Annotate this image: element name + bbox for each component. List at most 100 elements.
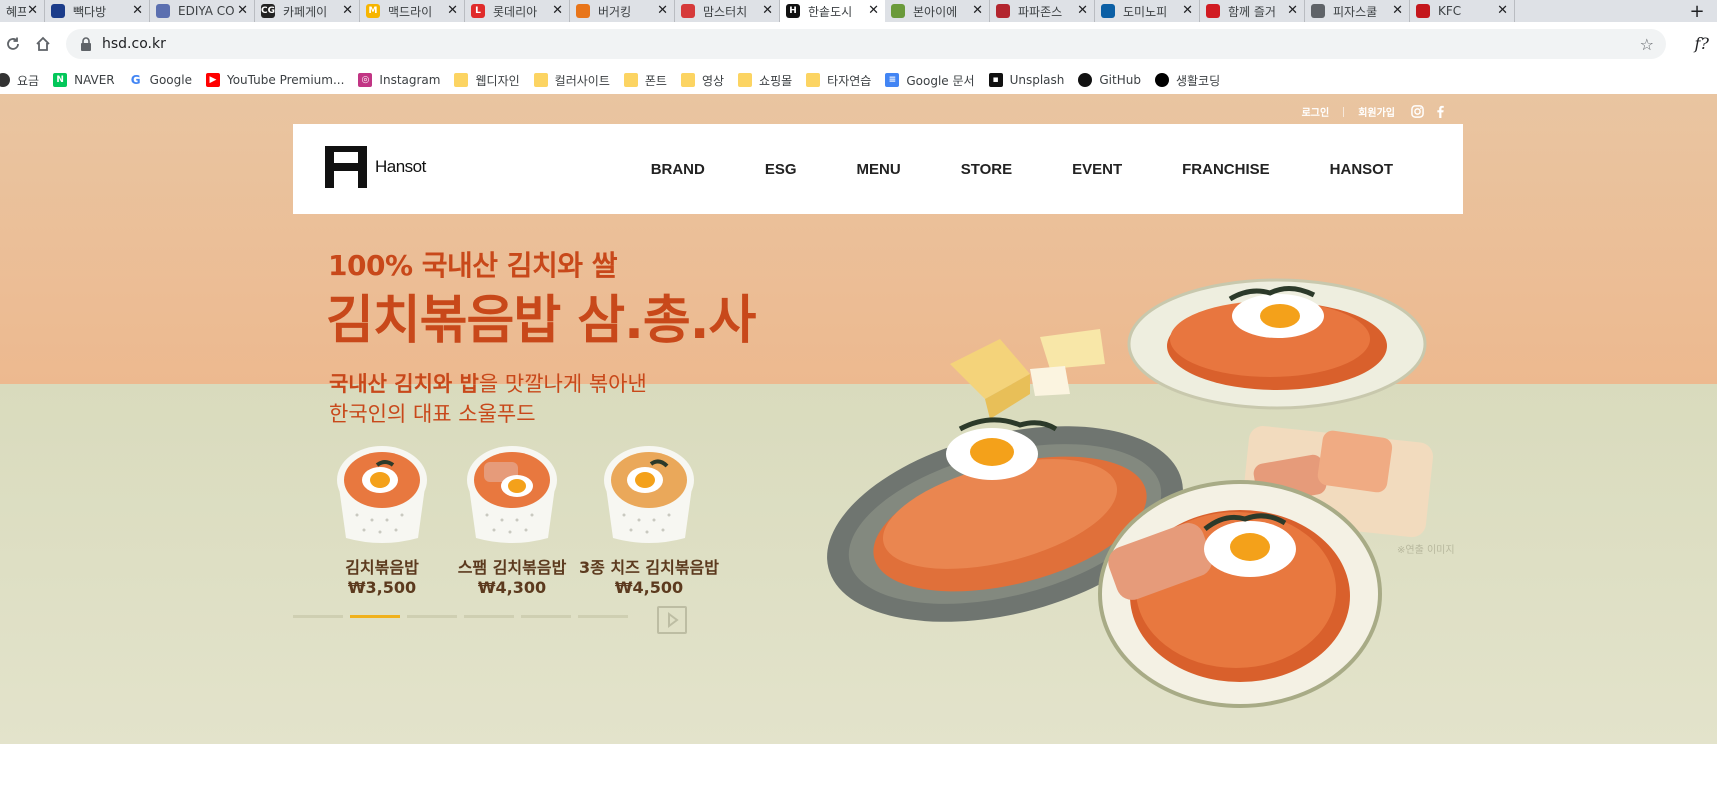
browser-tab[interactable]: M 맥드라이 ✕ bbox=[360, 0, 465, 22]
reload-button[interactable] bbox=[0, 31, 26, 57]
tab-close-icon[interactable]: ✕ bbox=[237, 3, 248, 18]
bookmark-label: Unsplash bbox=[1009, 73, 1065, 87]
nav-brand[interactable]: BRAND bbox=[651, 161, 705, 178]
browser-tab[interactable]: 버거킹 ✕ bbox=[570, 0, 675, 22]
bookmark-item[interactable]: 생활코딩 bbox=[1154, 72, 1221, 89]
nav-menu[interactable]: MENU bbox=[857, 161, 901, 178]
bookmark-item[interactable]: N NAVER bbox=[53, 73, 115, 87]
tab-close-icon[interactable]: ✕ bbox=[27, 3, 38, 18]
bookmark-label: 웹디자인 bbox=[475, 73, 520, 88]
browser-tab[interactable]: EDIYA CO ✕ bbox=[150, 0, 255, 22]
bookmark-label: Google bbox=[149, 73, 192, 87]
tab-favicon-icon bbox=[1416, 4, 1430, 18]
tab-close-icon[interactable]: ✕ bbox=[868, 3, 879, 18]
tab-close-icon[interactable]: ✕ bbox=[657, 3, 668, 18]
tab-title: 혜프 bbox=[6, 4, 26, 19]
tab-close-icon[interactable]: ✕ bbox=[552, 3, 563, 18]
signup-link[interactable]: 회원가입 bbox=[1358, 104, 1395, 119]
hansot-logo[interactable]: Hansot bbox=[323, 144, 426, 190]
new-tab-button[interactable]: + bbox=[1677, 0, 1717, 22]
image-disclaimer: ※연출 이미지 bbox=[1397, 545, 1455, 556]
browser-tab[interactable]: KFC ✕ bbox=[1410, 0, 1515, 22]
tab-close-icon[interactable]: ✕ bbox=[342, 3, 353, 18]
nav-event[interactable]: EVENT bbox=[1072, 161, 1122, 178]
play-icon bbox=[668, 612, 679, 628]
bookmark-item[interactable]: 쇼핑몰 bbox=[738, 72, 792, 89]
login-link[interactable]: 로그인 bbox=[1302, 104, 1330, 119]
tab-close-icon[interactable]: ✕ bbox=[1077, 3, 1088, 18]
product-price: ₩4,500 bbox=[614, 578, 684, 597]
product-spam-kimchi-fried-rice[interactable]: 스팸 김치볶음밥 ₩4,300 bbox=[437, 440, 587, 597]
tab-close-icon[interactable]: ✕ bbox=[1392, 3, 1403, 18]
bookmark-item[interactable]: GitHub bbox=[1078, 73, 1141, 87]
nav-esg[interactable]: ESG bbox=[765, 161, 797, 178]
browser-tab[interactable]: 파파존스 ✕ bbox=[990, 0, 1095, 22]
browser-tab[interactable]: 피자스쿨 ✕ bbox=[1305, 0, 1410, 22]
product-kimchi-fried-rice[interactable]: 김치볶음밥 ₩3,500 bbox=[307, 440, 457, 597]
bookmark-item[interactable]: G Google bbox=[129, 73, 192, 87]
divider bbox=[1343, 106, 1345, 117]
address-bar[interactable]: hsd.co.kr ☆ bbox=[66, 29, 1666, 59]
browser-tab[interactable]: 혜프 ✕ bbox=[0, 0, 45, 22]
product-three-cheese-kimchi-fried-rice[interactable]: 3종 치즈 김치볶음밥 ₩4,500 bbox=[574, 440, 724, 597]
tab-close-icon[interactable]: ✕ bbox=[447, 3, 458, 18]
tab-title: 도미노피 bbox=[1123, 4, 1168, 19]
bookmark-item[interactable]: ▪ Unsplash bbox=[988, 73, 1065, 87]
site-header: Hansot BRAND ESG MENU STORE EVENT FRANCH… bbox=[293, 124, 1463, 214]
browser-tab[interactable]: 맘스터치 ✕ bbox=[675, 0, 780, 22]
bookmark-item[interactable]: 컬러사이트 bbox=[533, 72, 610, 89]
nav-franchise[interactable]: FRANCHISE bbox=[1182, 161, 1270, 178]
tab-title: 롯데리아 bbox=[493, 4, 538, 19]
bookmark-favicon-icon bbox=[1154, 73, 1169, 87]
instagram-icon[interactable] bbox=[1411, 105, 1424, 118]
slider-page-indicator[interactable] bbox=[464, 615, 514, 618]
browser-tab[interactable]: H 한솥도시 ✕ bbox=[780, 0, 885, 22]
bookmark-item[interactable]: 요금 bbox=[0, 72, 39, 89]
tab-favicon-icon: L bbox=[471, 4, 485, 18]
slider-page-indicator[interactable] bbox=[521, 615, 571, 618]
bookmark-favicon-icon: ▪ bbox=[988, 73, 1003, 87]
bookmark-favicon-icon: ▶ bbox=[205, 73, 220, 87]
bookmark-item[interactable]: ≡ Google 문서 bbox=[885, 72, 975, 89]
bookmark-label: 생활코딩 bbox=[1175, 73, 1221, 88]
bookmark-item[interactable]: 영상 bbox=[680, 72, 724, 89]
nav-store[interactable]: STORE bbox=[961, 161, 1012, 178]
folder-icon bbox=[806, 73, 821, 87]
bookmark-item[interactable]: ▶ YouTube Premium... bbox=[205, 73, 344, 87]
tab-close-icon[interactable]: ✕ bbox=[132, 3, 143, 18]
product-price: ₩4,300 bbox=[477, 578, 547, 597]
browser-tab[interactable]: 함께 즐거 ✕ bbox=[1200, 0, 1305, 22]
facebook-icon[interactable] bbox=[1434, 105, 1447, 118]
browser-tab[interactable]: 빽다방 ✕ bbox=[45, 0, 150, 22]
tab-title: 맥드라이 bbox=[388, 4, 433, 19]
tab-close-icon[interactable]: ✕ bbox=[1182, 3, 1193, 18]
slider-page-indicator[interactable] bbox=[578, 615, 628, 618]
slider-play-button[interactable] bbox=[657, 606, 687, 634]
slider-page-indicator[interactable] bbox=[293, 615, 343, 618]
tab-close-icon[interactable]: ✕ bbox=[762, 3, 773, 18]
bookmark-label: NAVER bbox=[74, 73, 115, 87]
browser-tab[interactable]: 본아이에 ✕ bbox=[885, 0, 990, 22]
cheese-image bbox=[950, 329, 1105, 419]
bookmark-item[interactable]: 타자연습 bbox=[806, 72, 871, 89]
slider-page-indicator[interactable] bbox=[407, 615, 457, 618]
browser-tab[interactable]: CG 카페게이 ✕ bbox=[255, 0, 360, 22]
slider-page-indicator[interactable] bbox=[350, 615, 400, 618]
plate-top-right bbox=[1127, 278, 1427, 410]
tab-close-icon[interactable]: ✕ bbox=[1497, 3, 1508, 18]
bookmark-item[interactable]: 폰트 bbox=[623, 72, 667, 89]
extension-button[interactable]: f? bbox=[1695, 34, 1710, 53]
browser-tab[interactable]: L 롯데리아 ✕ bbox=[465, 0, 570, 22]
browser-tab[interactable]: 도미노피 ✕ bbox=[1095, 0, 1200, 22]
product-name: 3종 치즈 김치볶음밥 bbox=[578, 558, 720, 577]
bookmark-favicon-icon bbox=[0, 73, 10, 87]
home-button[interactable] bbox=[30, 31, 56, 57]
bookmark-star-icon[interactable]: ☆ bbox=[1640, 35, 1654, 54]
tab-close-icon[interactable]: ✕ bbox=[972, 3, 983, 18]
bookmark-item[interactable]: ◎ Instagram bbox=[358, 73, 440, 87]
tab-close-icon[interactable]: ✕ bbox=[1287, 3, 1298, 18]
nav-hansot[interactable]: HANSOT bbox=[1330, 161, 1393, 178]
bookmark-item[interactable]: 웹디자인 bbox=[454, 72, 520, 89]
tab-favicon-icon: M bbox=[366, 4, 380, 18]
plate-bottom bbox=[1098, 480, 1382, 708]
